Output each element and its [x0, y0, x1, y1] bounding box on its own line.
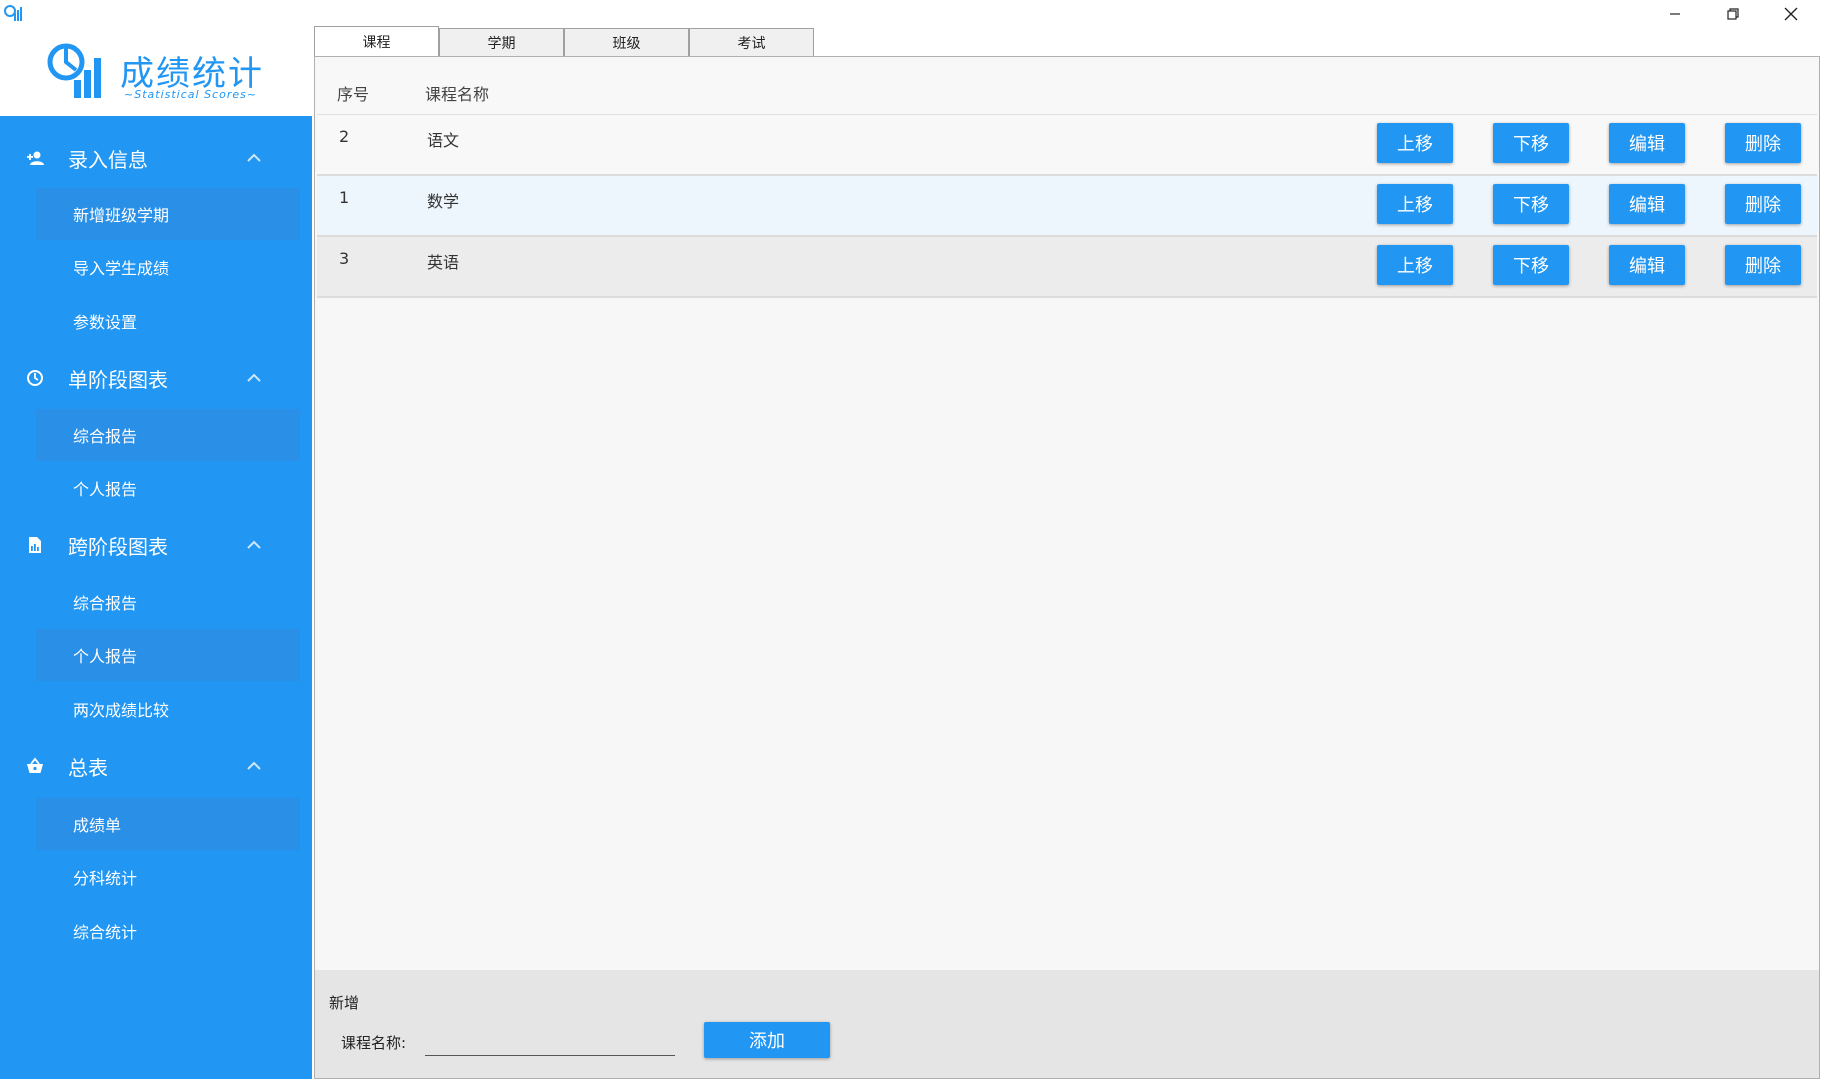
tab-exam[interactable]: 考试 — [689, 28, 814, 56]
nav-item-compare-scores[interactable]: 两次成绩比较 — [36, 683, 300, 735]
move-down-button[interactable]: 下移 — [1493, 184, 1569, 224]
nav-item-transcript[interactable]: 成绩单 — [36, 798, 300, 850]
table-header: 序号 课程名称 — [317, 65, 1817, 115]
move-down-button[interactable]: 下移 — [1493, 123, 1569, 163]
nav-item-label: 综合统计 — [73, 923, 138, 942]
move-up-button[interactable]: 上移 — [1377, 123, 1453, 163]
delete-button[interactable]: 删除 — [1725, 184, 1801, 224]
nav-item-label: 新增班级学期 — [73, 206, 170, 225]
row-course-name: 语文 — [427, 131, 460, 150]
close-icon — [1784, 7, 1798, 21]
move-up-button[interactable]: 上移 — [1377, 245, 1453, 285]
tab-term[interactable]: 学期 — [439, 28, 564, 56]
row-index: 2 — [339, 127, 350, 146]
document-icon — [29, 537, 41, 553]
restore-icon — [1727, 8, 1739, 20]
chevron-up-icon — [247, 373, 261, 382]
chevron-up-icon — [247, 153, 261, 162]
nav-item-label: 参数设置 — [73, 313, 138, 332]
nav-item-personal-report[interactable]: 个人报告 — [36, 462, 300, 514]
row-course-name: 英语 — [427, 253, 460, 272]
bar-chart-icon — [47, 43, 101, 98]
column-header-name: 课程名称 — [425, 85, 490, 104]
move-down-button[interactable]: 下移 — [1493, 245, 1569, 285]
row-index: 3 — [339, 249, 350, 268]
app-subtitle: ~Statistical Scores~ — [124, 88, 258, 101]
add-form-title: 新增 — [329, 994, 360, 1012]
column-header-index: 序号 — [337, 85, 370, 104]
nav-group-cross-stage[interactable]: 跨阶段图表 — [0, 518, 312, 572]
title-bar — [0, 0, 1824, 28]
nav-group-label: 总表 — [68, 755, 108, 780]
nav-item-label: 两次成绩比较 — [73, 701, 170, 720]
tab-course[interactable]: 课程 — [314, 26, 439, 56]
move-up-button[interactable]: 上移 — [1377, 184, 1453, 224]
basket-icon — [27, 757, 43, 773]
nav-item-overall-stats[interactable]: 综合统计 — [36, 905, 300, 957]
sidebar: 成绩统计 ~Statistical Scores~ 录入信息 新增班级学期 导入… — [0, 28, 312, 1079]
add-button[interactable]: 添加 — [704, 1022, 830, 1058]
nav-item-label: 综合报告 — [73, 594, 138, 613]
table-row[interactable]: 2 语文 上移 下移 编辑 删除 — [317, 115, 1817, 176]
tab-class[interactable]: 班级 — [564, 28, 689, 56]
nav-item-label: 个人报告 — [73, 480, 138, 499]
logo: 成绩统计 ~Statistical Scores~ — [0, 28, 312, 116]
add-course-form: 新增 课程名称: 添加 — [315, 970, 1819, 1078]
nav-item-personal-report-cross[interactable]: 个人报告 — [36, 629, 300, 681]
course-name-label: 课程名称: — [341, 1034, 407, 1052]
nav-group-label: 单阶段图表 — [68, 367, 168, 392]
nav-item-label: 综合报告 — [73, 427, 138, 446]
table-row[interactable]: 3 英语 上移 下移 编辑 删除 — [317, 237, 1817, 298]
nav-group-single-stage[interactable]: 单阶段图表 — [0, 351, 312, 405]
nav-item-summary-report-cross[interactable]: 综合报告 — [36, 576, 300, 628]
delete-button[interactable]: 删除 — [1725, 123, 1801, 163]
tab-bar: 课程 学期 班级 考试 — [314, 26, 814, 56]
nav-item-label: 分科统计 — [73, 869, 138, 888]
edit-button[interactable]: 编辑 — [1609, 123, 1685, 163]
nav-item-import-scores[interactable]: 导入学生成绩 — [36, 241, 300, 293]
minimize-icon — [1670, 13, 1680, 15]
nav-item-label: 导入学生成绩 — [73, 259, 170, 278]
nav-item-label: 个人报告 — [73, 647, 138, 666]
main-content: 课程 学期 班级 考试 序号 课程名称 2 语文 上移 下移 编辑 删除 1 数… — [314, 26, 1824, 1079]
nav-item-new-class-term[interactable]: 新增班级学期 — [36, 188, 300, 240]
nav-group-label: 录入信息 — [68, 147, 148, 172]
chevron-up-icon — [247, 761, 261, 770]
nav-group-label: 跨阶段图表 — [68, 534, 168, 559]
course-name-input[interactable] — [425, 1026, 675, 1056]
person-add-icon — [27, 151, 44, 165]
close-button[interactable] — [1762, 0, 1820, 28]
edit-button[interactable]: 编辑 — [1609, 245, 1685, 285]
course-table: 序号 课程名称 2 语文 上移 下移 编辑 删除 1 数学 上移 下移 编辑 删… — [317, 65, 1817, 298]
app-logo-icon — [4, 5, 22, 21]
nav-item-settings[interactable]: 参数设置 — [36, 295, 300, 347]
nav-item-label: 成绩单 — [73, 816, 122, 835]
clock-icon — [27, 370, 43, 386]
nav-item-summary-report[interactable]: 综合报告 — [36, 409, 300, 461]
course-panel: 序号 课程名称 2 语文 上移 下移 编辑 删除 1 数学 上移 下移 编辑 删… — [314, 56, 1820, 1079]
edit-button[interactable]: 编辑 — [1609, 184, 1685, 224]
nav-item-subject-stats[interactable]: 分科统计 — [36, 851, 300, 903]
table-row[interactable]: 1 数学 上移 下移 编辑 删除 — [317, 176, 1817, 237]
nav-group-input-info[interactable]: 录入信息 — [0, 131, 312, 185]
delete-button[interactable]: 删除 — [1725, 245, 1801, 285]
minimize-button[interactable] — [1646, 0, 1704, 28]
chevron-up-icon — [247, 540, 261, 549]
row-course-name: 数学 — [427, 192, 460, 211]
row-index: 1 — [339, 188, 350, 207]
restore-button[interactable] — [1704, 0, 1762, 28]
nav-group-summary-tables[interactable]: 总表 — [0, 739, 312, 793]
